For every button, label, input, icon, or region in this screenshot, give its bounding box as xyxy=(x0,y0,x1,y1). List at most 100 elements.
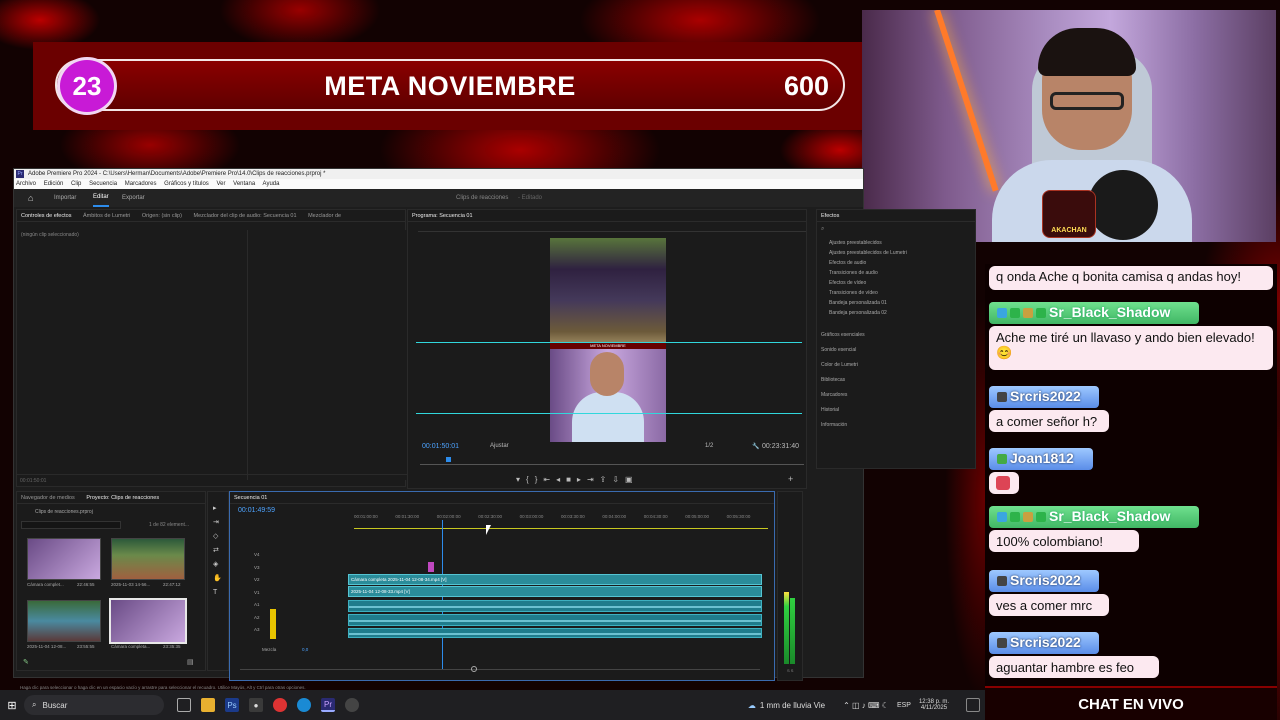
side-panel-item[interactable]: Información xyxy=(817,422,977,437)
effects-item[interactable]: Ajustes preestablecidos de Lumetri xyxy=(817,248,977,258)
side-panel-item[interactable]: Marcadores xyxy=(817,392,977,407)
add-button-icon[interactable]: + xyxy=(788,474,793,484)
tab-program[interactable]: Programa: Secuencia 01 xyxy=(412,213,473,219)
tab-editar[interactable]: Editar xyxy=(93,189,109,207)
stop-icon[interactable]: ■ xyxy=(566,475,577,484)
thumb-game-1[interactable] xyxy=(111,538,185,580)
mix-value[interactable]: 0,0 xyxy=(302,647,308,652)
side-panel-item[interactable]: Gráficos esenciales xyxy=(817,332,977,347)
fit-dropdown[interactable]: Ajustar xyxy=(490,443,509,449)
audio-solo-indicators[interactable] xyxy=(270,609,276,639)
tab-lumetri-scopes[interactable]: Ámbitos de Lumetri xyxy=(83,213,130,219)
track-v1[interactable]: V1 xyxy=(254,587,260,600)
clip-v1[interactable]: 2025-11-04 12-08-33.mp4 [V] xyxy=(348,586,762,597)
menu-marcadores[interactable]: Marcadores xyxy=(125,181,157,187)
new-item-icon[interactable]: ▤ xyxy=(187,658,194,666)
notifications-icon[interactable] xyxy=(966,698,980,712)
side-panel-item[interactable]: Historial xyxy=(817,407,977,422)
go-in-icon[interactable]: ⇤ xyxy=(543,475,556,484)
side-panel-item[interactable]: Sonido esencial xyxy=(817,347,977,362)
go-out-icon[interactable]: ⇥ xyxy=(587,475,600,484)
marker-clip[interactable] xyxy=(428,562,434,572)
track-v2[interactable]: V2 xyxy=(254,574,260,587)
scroll-handle[interactable] xyxy=(471,666,477,672)
home-icon[interactable]: ⌂ xyxy=(28,189,33,207)
timeline-timecode[interactable]: 00:01:49:59 xyxy=(238,507,275,514)
pencil-icon[interactable]: ✎ xyxy=(23,658,29,666)
clip-a1[interactable] xyxy=(348,600,762,612)
step-back-icon[interactable]: ◂ xyxy=(556,475,566,484)
effects-item[interactable]: Bandeja personalizada 02 xyxy=(817,308,977,318)
project-search-input[interactable] xyxy=(21,521,121,529)
resolution-dropdown[interactable]: 1/2 xyxy=(705,443,713,449)
effects-item[interactable]: Efectos de audio xyxy=(817,258,977,268)
track-a1[interactable]: A1 xyxy=(254,599,260,612)
chrome-icon[interactable] xyxy=(273,698,287,712)
thumb-webcam-2-selected[interactable] xyxy=(109,598,187,644)
weather-icon[interactable]: ☁ xyxy=(748,701,756,710)
marker-icon[interactable]: ▾ xyxy=(516,475,526,484)
tab-media-browser[interactable]: Navegador de medios xyxy=(21,495,75,501)
tab-effects[interactable]: Efectos xyxy=(821,213,839,219)
menu-edicion[interactable]: Edición xyxy=(44,181,64,187)
premiere-taskbar-icon[interactable]: Pr xyxy=(321,698,335,712)
playhead-marker[interactable] xyxy=(446,457,451,462)
effects-item[interactable]: Transiciones de vídeo xyxy=(817,288,977,298)
effects-item[interactable]: Bandeja personalizada 01 xyxy=(817,298,977,308)
thumb-webcam-1[interactable] xyxy=(27,538,101,580)
program-scrubber[interactable] xyxy=(420,464,804,465)
clip-a2[interactable] xyxy=(348,614,762,626)
obs-icon[interactable]: ● xyxy=(249,698,263,712)
tab-sequence[interactable]: Secuencia 01 xyxy=(234,495,267,501)
lift-icon[interactable]: ⇪ xyxy=(600,475,613,484)
tab-audio-mixer[interactable]: Mezclador de xyxy=(308,213,341,219)
tab-importar[interactable]: Importar xyxy=(54,189,76,207)
weather-text[interactable]: 1 mm de lluvia Vie xyxy=(760,701,825,710)
side-panel-item[interactable]: Color de Lumetri xyxy=(817,362,977,377)
extract-icon[interactable]: ⇩ xyxy=(612,475,625,484)
tab-exportar[interactable]: Exportar xyxy=(122,189,145,207)
clip-v2[interactable]: Cámara completa 2025-11-04 12-08-34.mp4 … xyxy=(348,574,762,585)
effects-item[interactable]: Ajustes preestablecidos xyxy=(817,238,977,248)
program-timecode[interactable]: 00:01:50:01 xyxy=(422,443,459,450)
language-indicator[interactable]: ESP xyxy=(897,702,911,709)
menu-clip[interactable]: Clip xyxy=(71,181,81,187)
work-area-bar[interactable] xyxy=(354,528,768,529)
tab-clip-audio-mixer[interactable]: Mezclador del clip de audio: Secuencia 0… xyxy=(193,213,296,219)
window-titlebar[interactable]: Pr Adobe Premiere Pro 2024 - C:\Users\He… xyxy=(14,169,863,179)
file-explorer-icon[interactable] xyxy=(201,698,215,712)
track-v3[interactable]: V3 xyxy=(254,562,260,575)
app-icon[interactable] xyxy=(345,698,359,712)
menu-archivo[interactable]: Archivo xyxy=(16,181,36,187)
step-forward-icon[interactable]: ▸ xyxy=(577,475,587,484)
clip-a3[interactable] xyxy=(348,628,762,638)
track-a2[interactable]: A2 xyxy=(254,612,260,625)
wrench-icon[interactable]: 🔧 xyxy=(752,443,759,450)
side-panel-item[interactable]: Bibliotecas xyxy=(817,377,977,392)
tab-effect-controls[interactable]: Controles de efectos xyxy=(21,213,71,219)
program-video[interactable]: META NOVIEMBRE xyxy=(550,238,666,442)
tray-icons[interactable]: ⌃ ◫ ♪ ⌨ ☾ xyxy=(843,701,889,710)
taskbar-search[interactable]: ⌕ Buscar xyxy=(24,695,164,715)
task-view-icon[interactable] xyxy=(177,698,191,712)
track-a3[interactable]: A3 xyxy=(254,624,260,637)
menu-ventana[interactable]: Ventana xyxy=(233,181,255,187)
menu-ver[interactable]: Ver xyxy=(216,181,225,187)
photoshop-icon[interactable]: Ps xyxy=(225,698,239,712)
tab-project[interactable]: Proyecto: Clips de reacciones xyxy=(86,495,159,501)
menu-secuencia[interactable]: Secuencia xyxy=(89,181,117,187)
timeline-scrollbar[interactable] xyxy=(240,669,760,670)
in-point-icon[interactable]: { xyxy=(526,475,535,484)
edge-icon[interactable] xyxy=(297,698,311,712)
thumb-game-2[interactable] xyxy=(27,600,101,642)
tab-source[interactable]: Origen: (sin clip) xyxy=(142,213,182,219)
effects-item[interactable]: Transiciones de audio xyxy=(817,268,977,278)
timeline-ruler[interactable]: 00:01:00:00 00:01:30:00 00:02:00:00 00:02:3… xyxy=(354,514,768,524)
premiere-window[interactable]: Pr Adobe Premiere Pro 2024 - C:\Users\He… xyxy=(13,168,976,690)
menu-ayuda[interactable]: Ayuda xyxy=(263,181,280,187)
effects-item[interactable]: Efectos de vídeo xyxy=(817,278,977,288)
tool-icons[interactable]: ▸ ⇥ ◇ ⇄ ◈ ✋ T xyxy=(213,502,222,600)
menu-graficos[interactable]: Gráficos y títulos xyxy=(164,181,209,187)
windows-start-icon[interactable]: ⊞ xyxy=(5,698,19,712)
effects-search-icon[interactable]: ⌕ xyxy=(821,226,824,233)
